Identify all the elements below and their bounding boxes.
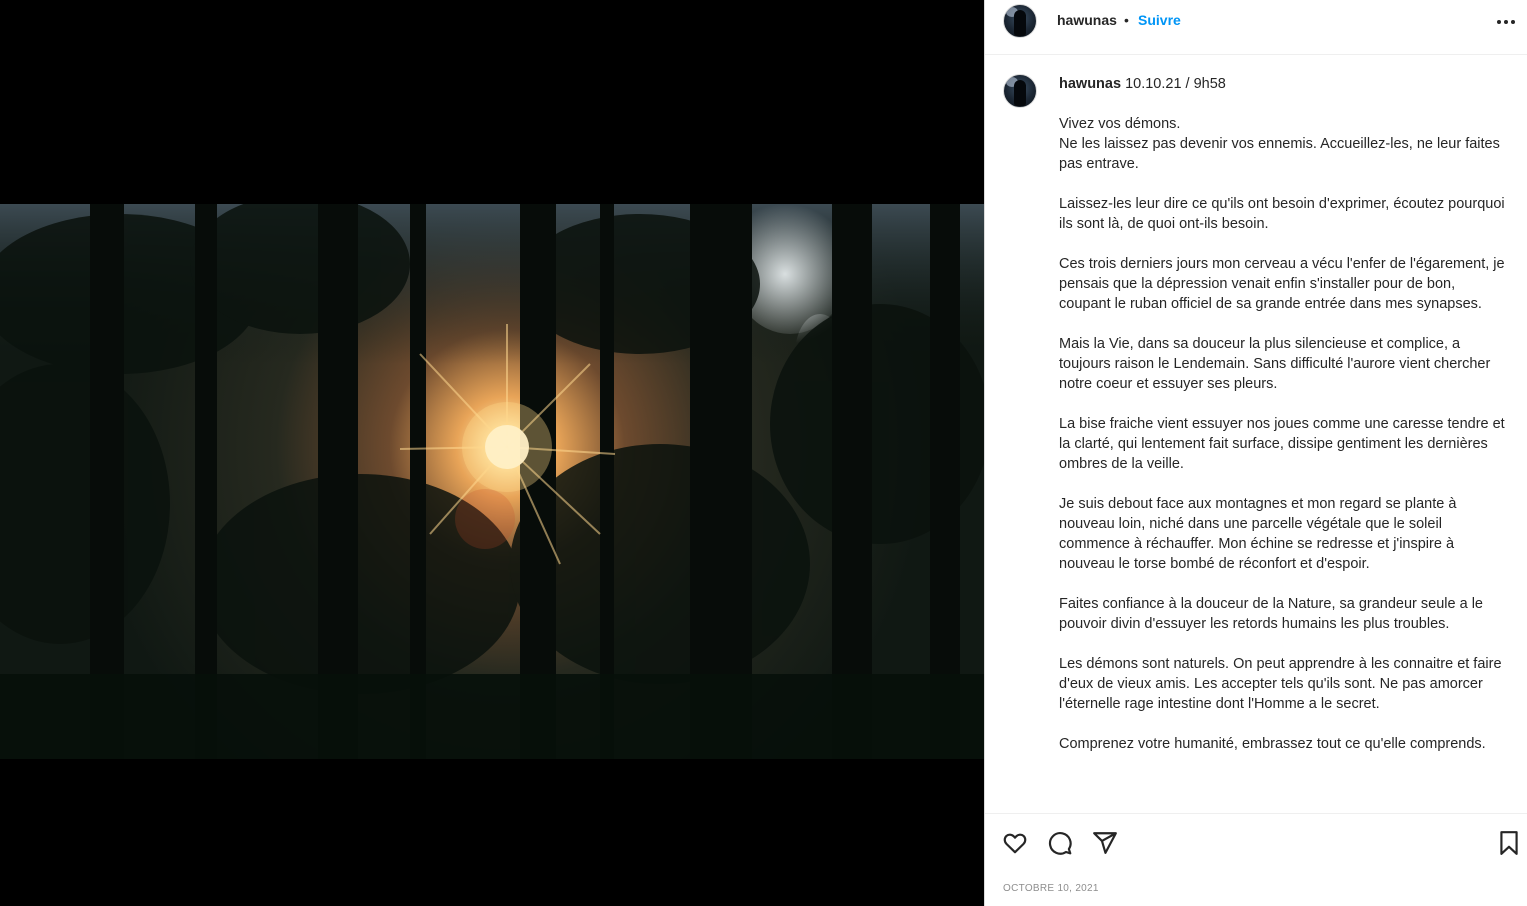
avatar[interactable]: [1003, 4, 1037, 38]
username-link[interactable]: hawunas: [1057, 12, 1117, 28]
caption-avatar[interactable]: [1003, 74, 1037, 108]
caption-username-link[interactable]: hawunas: [1059, 76, 1121, 92]
post-header: hawunas • Suivre: [985, 0, 1527, 55]
caption-timestamp: 10.10.21 / 9h58: [1125, 76, 1226, 92]
media-area: [0, 0, 984, 906]
action-bar: OCTOBRE 10, 2021: [985, 813, 1527, 906]
bookmark-icon[interactable]: [1498, 830, 1520, 856]
post-date: OCTOBRE 10, 2021: [1003, 883, 1099, 894]
post-details-panel: hawunas • Suivre hawunas 10.10.21 / 9h58…: [984, 0, 1527, 906]
comment-icon[interactable]: [1047, 830, 1073, 856]
caption-text: Vivez vos démons. Ne les laissez pas dev…: [1059, 116, 1505, 752]
share-icon[interactable]: [1092, 830, 1118, 856]
heart-icon[interactable]: [1002, 830, 1028, 856]
more-options-icon[interactable]: [1497, 20, 1517, 26]
post-photo[interactable]: [0, 204, 984, 759]
caption-header: hawunas 10.10.21 / 9h58: [1059, 76, 1226, 92]
forest-sunset-image: [0, 204, 984, 759]
separator-dot: •: [1124, 12, 1129, 28]
follow-button[interactable]: Suivre: [1138, 12, 1181, 28]
